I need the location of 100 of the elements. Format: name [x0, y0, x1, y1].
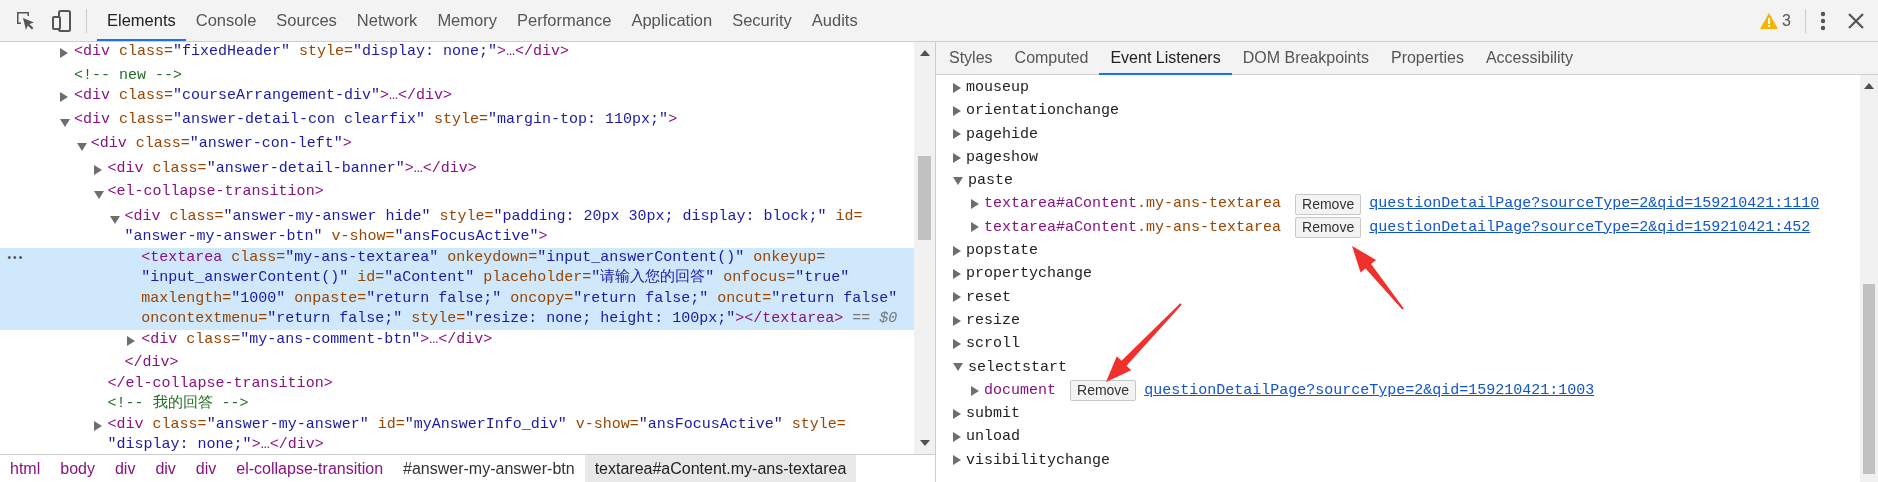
breadcrumb-item[interactable]: textarea#aContent.my-ans-textarea: [584, 455, 857, 482]
expand-triangle-icon[interactable]: [60, 48, 68, 58]
panel-tab[interactable]: Elements: [97, 0, 186, 41]
collapse-triangle-icon[interactable]: [953, 176, 963, 185]
scroll-up-arrow-icon[interactable]: [1864, 83, 1874, 89]
breadcrumb-item[interactable]: div: [145, 455, 186, 482]
code-line: <div class="answer-con-left">: [90, 134, 352, 154]
code-line: </el-collapse-transition>: [107, 373, 333, 394]
warning-icon: [1760, 12, 1779, 29]
expand-triangle-icon[interactable]: [953, 105, 961, 116]
panel-tab[interactable]: Security: [722, 0, 802, 41]
scroll-down-arrow-icon[interactable]: [919, 440, 930, 446]
collapse-triangle-icon[interactable]: [76, 143, 87, 151]
code-line: <div class="answer-detail-banner">…</div>: [107, 158, 477, 179]
remove-button[interactable]: Remove: [1070, 380, 1137, 401]
code-line: <div class="answer-detail-con clearfix" style="margin-top: 110px;">: [74, 109, 678, 130]
scrollbar-thumb[interactable]: [918, 156, 931, 240]
expand-triangle-icon[interactable]: [953, 152, 961, 163]
html-comment: <!-- 我的回答 -->: [107, 394, 249, 414]
close-icon[interactable]: [1848, 12, 1864, 29]
code-line: </div>: [124, 353, 179, 373]
code-line: <div class="answer-my-answer" id="myAnswerInfo_div" v-show="ansFocusActive" style= "display: none;">…</div>: [107, 414, 846, 454]
expand-triangle-icon[interactable]: [953, 338, 961, 349]
collapse-triangle-icon[interactable]: [953, 363, 963, 372]
expand-triangle-icon[interactable]: [971, 222, 979, 233]
listener-target[interactable]: textarea#aContent.my-ans-textarea: [984, 215, 1282, 240]
expand-triangle-icon[interactable]: [60, 92, 68, 102]
event-name[interactable]: selectstart: [968, 355, 1068, 379]
device-toolbar-icon[interactable]: [50, 8, 74, 33]
event-name[interactable]: scroll: [966, 332, 1020, 356]
expand-triangle-icon[interactable]: [953, 245, 961, 256]
breadcrumb-item[interactable]: body: [50, 455, 105, 482]
panel-tab[interactable]: Console: [185, 0, 267, 41]
breadcrumb-item[interactable]: el-collapse-transition: [226, 455, 394, 482]
panel-tab[interactable]: Application: [621, 0, 723, 41]
code-line: <div class="answer-my-answer hide" style="padding: 20px 30px; display: block;" id= "answer-my-answer-btn" v-show="ansFocusActive">: [124, 206, 863, 247]
event-name[interactable]: paste: [968, 169, 1013, 193]
event-name[interactable]: popstate: [966, 239, 1038, 263]
expand-triangle-icon[interactable]: [953, 315, 961, 326]
code-line: <div class="my-ans-comment-btn">…</div>: [141, 329, 493, 350]
event-name[interactable]: unload: [966, 425, 1020, 449]
event-name[interactable]: orientationchange: [966, 99, 1120, 123]
breadcrumb-item[interactable]: div: [104, 455, 146, 482]
code-line: <div class="fixedHeader" style="display: none;">…</div>: [74, 42, 570, 62]
expand-triangle-icon[interactable]: [953, 269, 961, 279]
code-line: <el-collapse-transition>: [107, 182, 324, 202]
panel-tab[interactable]: Performance: [506, 0, 622, 41]
annotation-arrow: [1352, 246, 1404, 310]
html-comment: <!-- new -->: [74, 65, 183, 86]
sidebar-tab[interactable]: DOM Breakpoints: [1231, 42, 1380, 75]
expand-triangle-icon[interactable]: [953, 408, 961, 419]
scrollbar[interactable]: [1860, 75, 1878, 482]
more-menu-icon[interactable]: [1820, 10, 1826, 31]
more-marker[interactable]: •••: [6, 251, 23, 264]
remove-button[interactable]: Remove: [1295, 193, 1362, 215]
expand-triangle-icon[interactable]: [971, 199, 979, 210]
warning-count[interactable]: 3: [1782, 8, 1791, 33]
scrollbar[interactable]: [914, 42, 935, 454]
event-name[interactable]: submit: [966, 402, 1020, 426]
expand-triangle-icon[interactable]: [953, 292, 961, 303]
sidebar-tab[interactable]: Event Listeners: [1099, 42, 1232, 75]
expand-triangle-icon[interactable]: [971, 385, 979, 396]
expand-triangle-icon[interactable]: [127, 335, 136, 346]
source-link[interactable]: questionDetailPage?sourceType=2&qid=159210421:1110: [1369, 192, 1820, 216]
expand-triangle-icon[interactable]: [93, 164, 102, 175]
sidebar-tab[interactable]: Styles: [938, 42, 1004, 75]
expand-triangle-icon[interactable]: [953, 432, 961, 443]
breadcrumb-item[interactable]: div: [185, 455, 227, 482]
event-name[interactable]: pagehide: [966, 122, 1038, 146]
expand-triangle-icon[interactable]: [953, 455, 961, 466]
listener-target[interactable]: document: [984, 378, 1056, 403]
event-name[interactable]: mouseup: [966, 76, 1029, 100]
listener-target[interactable]: textarea#aContent.my-ans-textarea: [984, 192, 1282, 216]
event-name[interactable]: visibilitychange: [966, 448, 1111, 473]
collapse-triangle-icon[interactable]: [110, 215, 121, 224]
panel-tab[interactable]: Sources: [266, 0, 347, 41]
code-line: <textarea class="my-ans-textarea" onkeydown="input_answerContent()" onkeyup= "input_answerContent()" id="aContent" placeholder="请输入您的回答" onfocus="true" maxlength="1000" onpaste="return false;" oncopy="return false;" oncut="return false" oncontextmenu="return false;" style="resize: none; height: 100px;"></textarea> == $0: [141, 247, 898, 329]
event-name[interactable]: resize: [966, 308, 1020, 333]
event-name[interactable]: propertychange: [966, 262, 1093, 286]
collapse-triangle-icon[interactable]: [60, 118, 70, 127]
event-name[interactable]: pageshow: [966, 145, 1038, 170]
breadcrumb-item[interactable]: html: [0, 455, 51, 482]
scroll-up-arrow-icon[interactable]: [919, 50, 930, 56]
sidebar-tab[interactable]: Computed: [1003, 42, 1100, 75]
expand-triangle-icon[interactable]: [93, 420, 102, 431]
panel-tab[interactable]: Network: [346, 0, 428, 41]
sidebar-tab[interactable]: Properties: [1379, 42, 1475, 75]
source-link[interactable]: questionDetailPage?sourceType=2&qid=159210421:1003: [1144, 378, 1595, 403]
sidebar-tab[interactable]: Accessibility: [1474, 42, 1584, 75]
source-link[interactable]: questionDetailPage?sourceType=2&qid=159210421:452: [1369, 215, 1811, 240]
breadcrumb-item[interactable]: #answer-my-answer-btn: [393, 455, 585, 482]
code-line: <div class="courseArrangement-div">…</div>: [74, 86, 453, 106]
scrollbar-thumb[interactable]: [1863, 284, 1875, 474]
collapse-triangle-icon[interactable]: [93, 191, 104, 199]
expand-triangle-icon[interactable]: [953, 129, 961, 140]
panel-tab[interactable]: Audits: [801, 0, 868, 41]
event-name[interactable]: reset: [966, 285, 1011, 309]
remove-button[interactable]: Remove: [1295, 216, 1362, 238]
expand-triangle-icon[interactable]: [953, 82, 961, 93]
panel-tab[interactable]: Memory: [427, 0, 507, 41]
